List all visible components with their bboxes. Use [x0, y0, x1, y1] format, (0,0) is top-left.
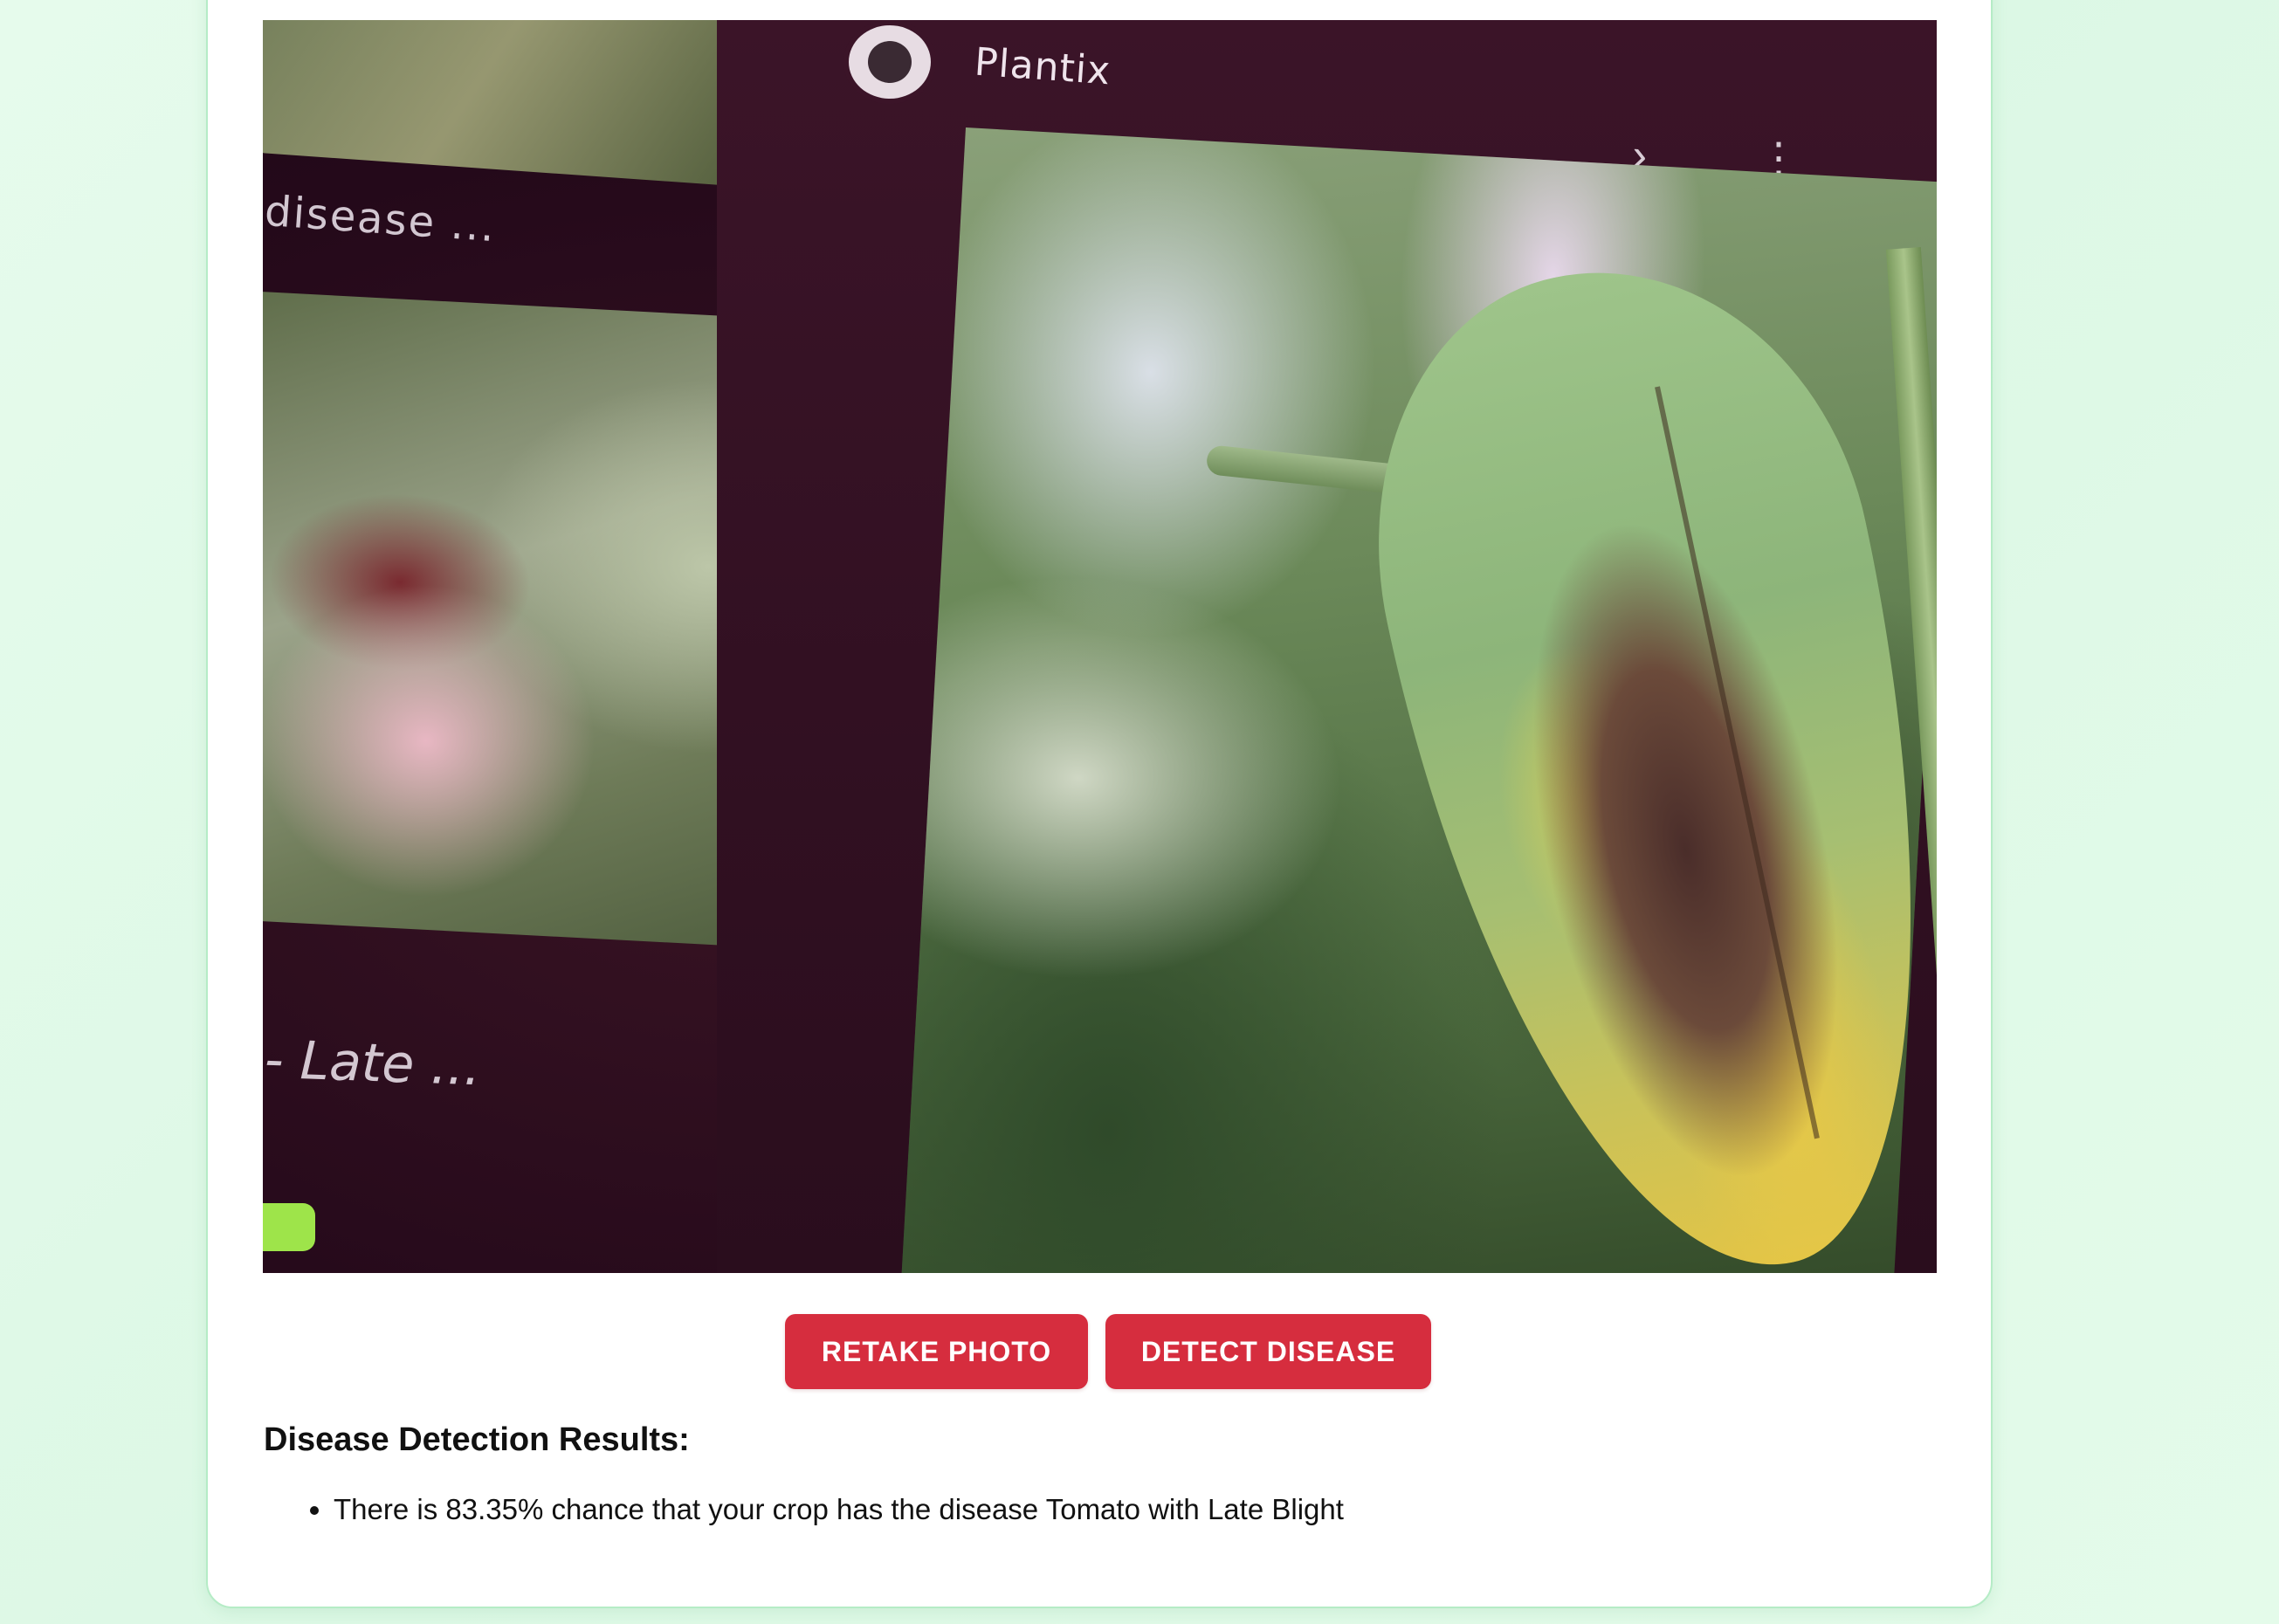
- action-buttons: RETAKE PHOTO DETECT DISEASE: [0, 1314, 2279, 1389]
- plantix-logo-icon: [843, 20, 936, 104]
- results-title: Disease Detection Results:: [264, 1421, 690, 1458]
- result-item: There is 83.35% chance that your crop ha…: [334, 1489, 1344, 1531]
- retake-photo-button[interactable]: RETAKE PHOTO: [785, 1314, 1088, 1389]
- more-vert-icon: ⋮: [1758, 135, 1800, 182]
- captured-photo: disease ... - Late ... Plantix › ⋮ ✕: [263, 20, 1937, 1273]
- app-name: Plantix: [973, 39, 1112, 94]
- detect-disease-button[interactable]: DETECT DISEASE: [1105, 1314, 1431, 1389]
- green-chip: [263, 1203, 315, 1251]
- thumbnail-caption-late: - Late ...: [263, 1029, 482, 1098]
- results-list: There is 83.35% chance that your crop ha…: [264, 1489, 1344, 1531]
